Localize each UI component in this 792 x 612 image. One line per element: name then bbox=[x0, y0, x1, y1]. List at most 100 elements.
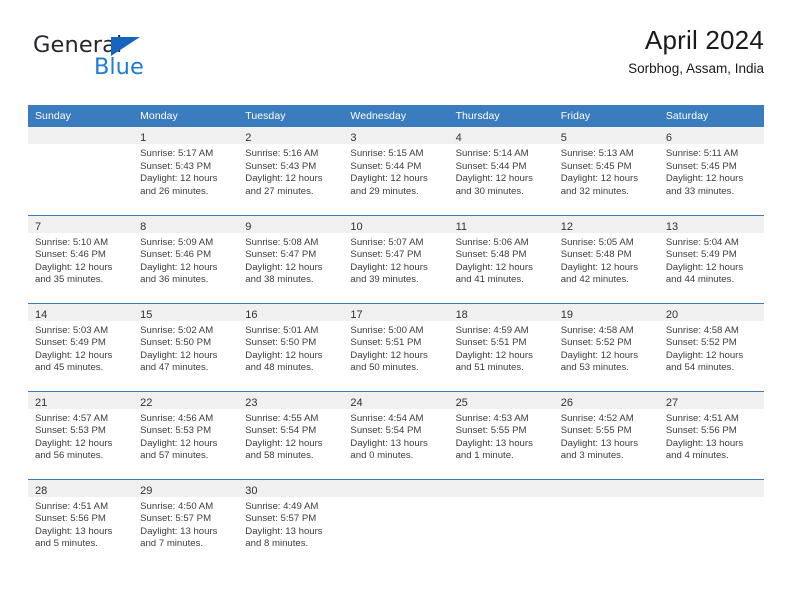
calendar-day-cell[interactable]: 19 Sunrise: 4:58 AM Sunset: 5:52 PM Dayligh… bbox=[553, 302, 659, 391]
sunrise-line: Sunrise: 4:51 AM bbox=[665, 412, 739, 424]
calendar-day-cell-empty bbox=[343, 478, 449, 567]
day-number: 8 bbox=[140, 220, 147, 233]
calendar-day-cell[interactable]: 25 Sunrise: 4:53 AM Sunset: 5:55 PM Dayligh… bbox=[448, 390, 554, 479]
daylight-line-2: and 42 minutes. bbox=[560, 274, 629, 286]
sunrise-line: Sunrise: 5:14 AM bbox=[455, 148, 529, 159]
day-detail-lines: Sunrise: 4:50 AM Sunset: 5:57 PM Daylight:… bbox=[133, 497, 238, 551]
day-number: 2 bbox=[245, 132, 252, 144]
daylight-line-1: Daylight: 12 hours bbox=[350, 173, 428, 185]
day-detail-lines bbox=[659, 497, 764, 501]
day-number-band: 3 bbox=[343, 127, 449, 144]
day-detail-lines bbox=[449, 497, 554, 501]
daylight-line-2: and 53 minutes. bbox=[560, 362, 629, 374]
calendar-day-cell[interactable]: 17 Sunrise: 5:00 AM Sunset: 5:51 PM Dayligh… bbox=[343, 302, 449, 391]
sunset-line: Sunset: 5:55 PM bbox=[455, 425, 527, 437]
day-number: 6 bbox=[665, 132, 672, 144]
calendar-day-cell[interactable]: 16 Sunrise: 5:01 AM Sunset: 5:50 PM Dayligh… bbox=[238, 302, 344, 391]
day-number: 13 bbox=[665, 220, 679, 233]
calendar-day-cell[interactable]: 27 Sunrise: 4:51 AM Sunset: 5:56 PM Dayligh… bbox=[658, 390, 764, 479]
day-cell-inner bbox=[553, 479, 659, 568]
day-number-band: 20 bbox=[658, 303, 764, 321]
calendar-day-cell[interactable]: 21 Sunrise: 4:57 AM Sunset: 5:53 PM Dayligh… bbox=[28, 390, 134, 479]
sunrise-line: Sunrise: 4:49 AM bbox=[245, 500, 319, 512]
calendar-day-cell[interactable]: 23 Sunrise: 4:55 AM Sunset: 5:54 PM Dayligh… bbox=[238, 390, 344, 479]
calendar-day-cell[interactable]: 7 Sunrise: 5:10 AM Sunset: 5:46 PM Daylight… bbox=[28, 214, 134, 303]
calendar-day-cell[interactable]: 9 Sunrise: 5:08 AM Sunset: 5:47 PM Daylight… bbox=[238, 214, 344, 303]
day-cell-inner: 20 Sunrise: 4:58 AM Sunset: 5:52 PM Dayligh… bbox=[658, 303, 764, 391]
day-detail-lines: Sunrise: 5:06 AM Sunset: 5:48 PM Daylight:… bbox=[449, 233, 554, 287]
calendar-day-cell[interactable]: 2 Sunrise: 5:16 AM Sunset: 5:43 PM Daylight… bbox=[238, 127, 344, 215]
calendar-day-cell[interactable]: 3 Sunrise: 5:15 AM Sunset: 5:44 PM Daylight… bbox=[343, 127, 449, 215]
calendar-day-cell[interactable]: 8 Sunrise: 5:09 AM Sunset: 5:46 PM Daylight… bbox=[133, 214, 239, 303]
day-cell-inner: 25 Sunrise: 4:53 AM Sunset: 5:55 PM Dayligh… bbox=[448, 391, 554, 479]
day-number: 11 bbox=[455, 220, 467, 233]
calendar-day-cell[interactable]: 1 Sunrise: 5:17 AM Sunset: 5:43 PM Daylight… bbox=[133, 127, 239, 215]
calendar-day-cell[interactable]: 22 Sunrise: 4:56 AM Sunset: 5:53 PM Dayligh… bbox=[133, 390, 239, 479]
sunset-line: Sunset: 5:54 PM bbox=[245, 425, 317, 437]
day-number-band: 15 bbox=[133, 303, 239, 321]
daylight-line-2: and 26 minutes. bbox=[140, 185, 209, 197]
calendar-day-cell[interactable]: 15 Sunrise: 5:02 AM Sunset: 5:50 PM Dayligh… bbox=[133, 302, 239, 391]
calendar-body: 1 Sunrise: 5:17 AM Sunset: 5:43 PM Daylight… bbox=[28, 127, 764, 567]
day-cell-inner: 18 Sunrise: 4:59 AM Sunset: 5:51 PM Dayligh… bbox=[448, 303, 554, 391]
calendar-day-cell[interactable]: 20 Sunrise: 4:58 AM Sunset: 5:52 PM Dayligh… bbox=[658, 302, 764, 391]
sunrise-line: Sunrise: 5:05 AM bbox=[560, 236, 634, 248]
calendar-day-cell[interactable]: 24 Sunrise: 4:54 AM Sunset: 5:54 PM Dayligh… bbox=[343, 390, 449, 479]
day-detail-lines: Sunrise: 5:02 AM Sunset: 5:50 PM Daylight:… bbox=[133, 321, 238, 375]
day-cell-inner: 28 Sunrise: 4:51 AM Sunset: 5:56 PM Dayligh… bbox=[28, 479, 134, 568]
calendar-day-cell-empty bbox=[448, 478, 554, 567]
weekday-header-sunday: Sunday bbox=[28, 105, 134, 127]
daylight-line-2: and 33 minutes. bbox=[665, 185, 735, 197]
daylight-line-2: and 4 minutes. bbox=[665, 450, 729, 462]
sunset-line: Sunset: 5:53 PM bbox=[35, 425, 106, 437]
day-number: 18 bbox=[455, 308, 468, 321]
calendar-day-cell[interactable]: 18 Sunrise: 4:59 AM Sunset: 5:51 PM Dayligh… bbox=[448, 302, 554, 391]
calendar-day-cell[interactable]: 26 Sunrise: 4:52 AM Sunset: 5:55 PM Dayligh… bbox=[553, 390, 659, 479]
calendar-day-cell[interactable]: 29 Sunrise: 4:50 AM Sunset: 5:57 PM Dayligh… bbox=[133, 478, 239, 567]
sunset-line: Sunset: 5:55 PM bbox=[560, 425, 632, 437]
day-cell-inner: 7 Sunrise: 5:10 AM Sunset: 5:46 PM Daylight… bbox=[28, 215, 134, 303]
sunset-line: Sunset: 5:48 PM bbox=[455, 249, 527, 261]
day-number-band: 14 bbox=[28, 303, 134, 321]
sunrise-line: Sunrise: 5:09 AM bbox=[140, 236, 214, 248]
calendar-week-row: 7 Sunrise: 5:10 AM Sunset: 5:46 PM Daylight… bbox=[28, 214, 764, 303]
day-cell-inner: 1 Sunrise: 5:17 AM Sunset: 5:43 PM Daylight… bbox=[133, 127, 239, 215]
general-blue-logo[interactable]: General Blue bbox=[33, 34, 233, 90]
day-cell-inner: 24 Sunrise: 4:54 AM Sunset: 5:54 PM Dayligh… bbox=[343, 391, 449, 479]
calendar-day-cell[interactable]: 6 Sunrise: 5:11 AM Sunset: 5:45 PM Daylight… bbox=[658, 127, 764, 215]
sunrise-line: Sunrise: 5:17 AM bbox=[140, 148, 214, 159]
day-detail-lines: Sunrise: 5:15 AM Sunset: 5:44 PM Daylight:… bbox=[343, 144, 448, 198]
daylight-line-2: and 51 minutes. bbox=[455, 362, 524, 374]
weekday-header-tuesday: Tuesday bbox=[238, 105, 344, 127]
title-block: April 2024 Sorbhog, Assam, India bbox=[628, 26, 764, 76]
daylight-line-1: Daylight: 12 hours bbox=[245, 437, 323, 449]
calendar-day-cell[interactable]: 13 Sunrise: 5:04 AM Sunset: 5:49 PM Dayligh… bbox=[658, 214, 764, 303]
day-detail-lines: Sunrise: 4:51 AM Sunset: 5:56 PM Daylight:… bbox=[28, 497, 133, 551]
day-number: 10 bbox=[350, 220, 363, 233]
day-cell-inner: 8 Sunrise: 5:09 AM Sunset: 5:46 PM Daylight… bbox=[133, 215, 239, 303]
day-number: 9 bbox=[245, 220, 252, 233]
calendar-day-cell[interactable]: 11 Sunrise: 5:06 AM Sunset: 5:48 PM Dayligh… bbox=[448, 214, 554, 303]
day-number: 27 bbox=[665, 396, 679, 409]
day-number: 24 bbox=[350, 396, 363, 409]
sunrise-line: Sunrise: 4:50 AM bbox=[140, 500, 214, 512]
day-number-band: 11 bbox=[448, 215, 554, 233]
day-cell-inner: 9 Sunrise: 5:08 AM Sunset: 5:47 PM Daylight… bbox=[238, 215, 344, 303]
calendar-day-cell[interactable]: 14 Sunrise: 5:03 AM Sunset: 5:49 PM Dayligh… bbox=[28, 302, 134, 391]
day-number-band: 29 bbox=[133, 479, 239, 497]
calendar-day-cell[interactable]: 5 Sunrise: 5:13 AM Sunset: 5:45 PM Daylight… bbox=[553, 127, 659, 215]
calendar-day-cell[interactable]: 4 Sunrise: 5:14 AM Sunset: 5:44 PM Daylight… bbox=[448, 127, 554, 215]
sunset-line: Sunset: 5:47 PM bbox=[350, 249, 422, 261]
daylight-line-1: Daylight: 12 hours bbox=[455, 173, 533, 185]
daylight-line-1: Daylight: 12 hours bbox=[245, 173, 323, 185]
day-detail-lines: Sunrise: 5:08 AM Sunset: 5:47 PM Daylight:… bbox=[238, 233, 343, 287]
day-number: 15 bbox=[140, 308, 153, 321]
day-number: 23 bbox=[245, 396, 258, 409]
calendar-day-cell[interactable]: 28 Sunrise: 4:51 AM Sunset: 5:56 PM Dayligh… bbox=[28, 478, 134, 568]
day-cell-inner: 11 Sunrise: 5:06 AM Sunset: 5:48 PM Dayligh… bbox=[448, 215, 554, 303]
sunrise-line: Sunrise: 5:02 AM bbox=[140, 324, 214, 336]
calendar-day-cell[interactable]: 12 Sunrise: 5:05 AM Sunset: 5:48 PM Dayligh… bbox=[553, 214, 659, 303]
calendar-day-cell[interactable]: 30 Sunrise: 4:49 AM Sunset: 5:57 PM Dayligh… bbox=[238, 478, 344, 567]
day-cell-inner: 6 Sunrise: 5:11 AM Sunset: 5:45 PM Daylight… bbox=[658, 127, 764, 215]
calendar-day-cell[interactable]: 10 Sunrise: 5:07 AM Sunset: 5:47 PM Dayligh… bbox=[343, 214, 449, 303]
